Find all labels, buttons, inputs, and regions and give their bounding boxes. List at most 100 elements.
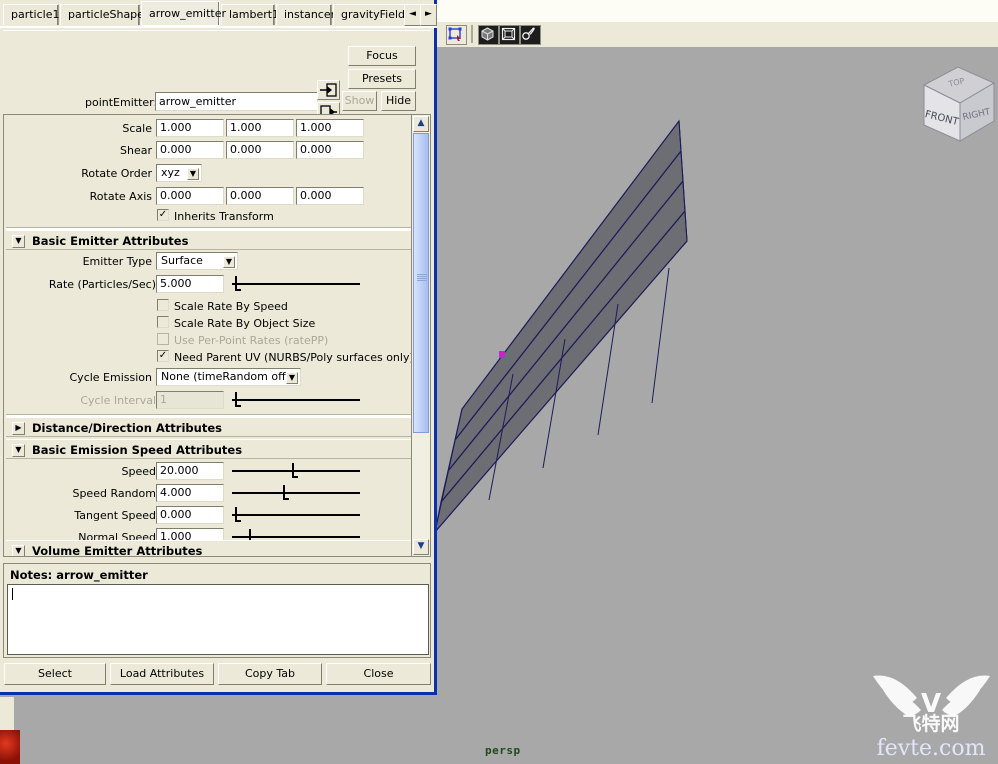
chevron-down-icon: ▼ — [187, 168, 199, 180]
close-button[interactable]: Close — [326, 663, 431, 685]
focus-button[interactable]: Focus — [348, 46, 416, 66]
watermark-site: fevte.com — [877, 736, 986, 761]
expand-triangle-icon[interactable]: ▶ — [12, 422, 25, 435]
notes-panel: Notes: arrow_emitter — [3, 563, 431, 658]
node-header: pointEmitter: arrow_emitter Focus Preset… — [3, 30, 431, 122]
viewport-toolbar[interactable] — [435, 22, 998, 48]
tab-lambert1[interactable]: lambert1 — [221, 4, 279, 25]
attribute-scroll-area[interactable]: Scale 1.000 1.000 1.000 Shear 0.000 0.00… — [3, 114, 431, 557]
shear-x-input[interactable]: 0.000 — [156, 141, 224, 159]
select-prev-icon[interactable] — [317, 80, 340, 100]
cycle-interval-label: Cycle Interval — [80, 394, 156, 407]
emitter-type-label: Emitter Type — [82, 255, 152, 268]
rotate-order-label: Rotate Order — [81, 167, 152, 180]
scale-rate-by-object-size-label: Scale Rate By Object Size — [174, 317, 316, 330]
tab-label: arrow_emitter — [149, 7, 227, 20]
use-per-point-rates-checkbox[interactable] — [157, 333, 169, 345]
node-tab-bar[interactable]: particle1 particleShape1 arrow_emitter l… — [0, 0, 437, 28]
scale-rate-by-speed-label: Scale Rate By Speed — [174, 300, 288, 313]
tab-scroll-left-button[interactable]: ◄ — [404, 4, 421, 26]
shaded-box-icon[interactable] — [478, 25, 499, 45]
section-basic-emission-speed-attributes[interactable]: ▼ Basic Emission Speed Attributes — [6, 439, 412, 459]
hide-button[interactable]: Hide — [381, 91, 416, 111]
attr-row-cycle-emission: Cycle Emission None (timeRandom off) ▼ — [4, 368, 364, 389]
slider-track — [232, 492, 360, 494]
tangent-speed-input[interactable]: 0.000 — [156, 506, 224, 524]
scale-rate-by-object-size-checkbox[interactable] — [157, 316, 169, 328]
attribute-editor-window[interactable]: particle1 particleShape1 arrow_emitter l… — [0, 0, 437, 695]
tab-particle1[interactable]: particle1 — [3, 4, 60, 25]
slider-handle[interactable] — [234, 507, 241, 522]
rate-slider[interactable] — [232, 276, 360, 292]
viewport-canvas[interactable]: TOP FRONT RIGHT y x z persp — [435, 47, 998, 764]
slider-track — [232, 514, 360, 516]
slider-handle[interactable] — [234, 276, 241, 291]
scale-z-input[interactable]: 1.000 — [296, 119, 364, 137]
tab-label: particle1 — [11, 8, 60, 21]
tangent-speed-slider[interactable] — [232, 507, 360, 523]
scale-rate-by-speed-checkbox[interactable] — [157, 299, 169, 311]
cycle-emission-dropdown[interactable]: None (timeRandom off) ▼ — [156, 368, 301, 386]
scrollbar-grip — [417, 274, 427, 282]
scale-x-input[interactable]: 1.000 — [156, 119, 224, 137]
cycle-interval-input[interactable]: 1 — [156, 391, 224, 409]
viewport-panel[interactable]: TOP FRONT RIGHT y x z persp — [435, 0, 998, 764]
rate-label: Rate (Particles/Sec) — [48, 278, 156, 291]
speed-slider[interactable] — [232, 463, 360, 479]
collapse-triangle-icon[interactable]: ▼ — [12, 545, 25, 556]
scale-label: Scale — [122, 122, 152, 135]
tab-scroll-right-button[interactable]: ► — [420, 4, 437, 26]
node-type-label: pointEmitter: — [85, 96, 158, 109]
tab-particleShape1[interactable]: particleShape1 — [60, 4, 151, 25]
attribute-editor-scrollbar[interactable]: ▲ ▼ — [411, 114, 431, 557]
speed-random-slider[interactable] — [232, 485, 360, 501]
emitter-surface-mesh[interactable] — [435, 47, 998, 764]
section-volume-emitter-attributes[interactable]: ▼ Volume Emitter Attributes — [6, 540, 412, 557]
cycle-emission-value: None (timeRandom off) — [161, 370, 290, 383]
select-by-component-icon[interactable] — [446, 25, 467, 45]
shear-y-input[interactable]: 0.000 — [226, 141, 294, 159]
collapse-triangle-icon[interactable]: ▼ — [12, 444, 25, 457]
paint-tool-icon[interactable] — [520, 25, 541, 45]
rotate-axis-x-input[interactable]: 0.000 — [156, 187, 224, 205]
tab-instancer[interactable]: instancer — [276, 4, 335, 25]
scroll-up-button[interactable]: ▲ — [413, 116, 429, 132]
section-distance-direction-attributes[interactable]: ▶ Distance/Direction Attributes — [6, 417, 412, 437]
inherits-transform-checkbox[interactable]: ✓ — [157, 209, 169, 221]
scroll-down-button[interactable]: ▼ — [413, 539, 429, 555]
rotate-axis-z-input[interactable]: 0.000 — [296, 187, 364, 205]
slider-handle[interactable] — [234, 392, 241, 407]
rate-input[interactable]: 5.000 — [156, 275, 224, 293]
load-attributes-button[interactable]: Load Attributes — [110, 663, 214, 685]
copy-tab-button[interactable]: Copy Tab — [218, 663, 322, 685]
shear-z-input[interactable]: 0.000 — [296, 141, 364, 159]
tab-label: lambert1 — [229, 8, 280, 21]
rotate-order-dropdown[interactable]: xyz ▼ — [156, 164, 202, 182]
view-cube[interactable]: TOP FRONT RIGHT — [910, 59, 998, 151]
inherits-transform-label: Inherits Transform — [174, 210, 274, 223]
node-name-input[interactable]: arrow_emitter — [155, 92, 318, 111]
cycle-interval-slider[interactable] — [232, 392, 360, 408]
presets-button[interactable]: Presets — [348, 69, 416, 89]
wireframe-box-icon[interactable] — [499, 25, 520, 45]
speed-random-input[interactable]: 4.000 — [156, 484, 224, 502]
tab-arrow_emitter[interactable]: arrow_emitter — [141, 1, 226, 26]
emitter-type-dropdown[interactable]: Surface ▼ — [156, 252, 238, 270]
slider-handle[interactable] — [292, 463, 299, 478]
slider-handle[interactable] — [283, 485, 290, 500]
attr-row-speed: Speed 20.000 — [4, 462, 404, 483]
need-parent-uv-checkbox[interactable]: ✓ — [157, 350, 169, 362]
section-title: Volume Emitter Attributes — [32, 544, 203, 557]
scrollbar-thumb[interactable] — [413, 133, 429, 433]
notes-textarea[interactable] — [7, 584, 429, 655]
show-button[interactable]: Show — [342, 91, 377, 111]
speed-random-label: Speed Random — [72, 487, 156, 500]
toolbar-separator — [471, 25, 473, 43]
rotate-axis-y-input[interactable]: 0.000 — [226, 187, 294, 205]
tab-gravityField1[interactable]: gravityField1 — [333, 4, 408, 25]
scale-y-input[interactable]: 1.000 — [226, 119, 294, 137]
collapse-triangle-icon[interactable]: ▼ — [12, 235, 25, 248]
section-basic-emitter-attributes[interactable]: ▼ Basic Emitter Attributes — [6, 230, 412, 250]
select-button[interactable]: Select — [4, 663, 106, 685]
speed-input[interactable]: 20.000 — [156, 462, 224, 480]
